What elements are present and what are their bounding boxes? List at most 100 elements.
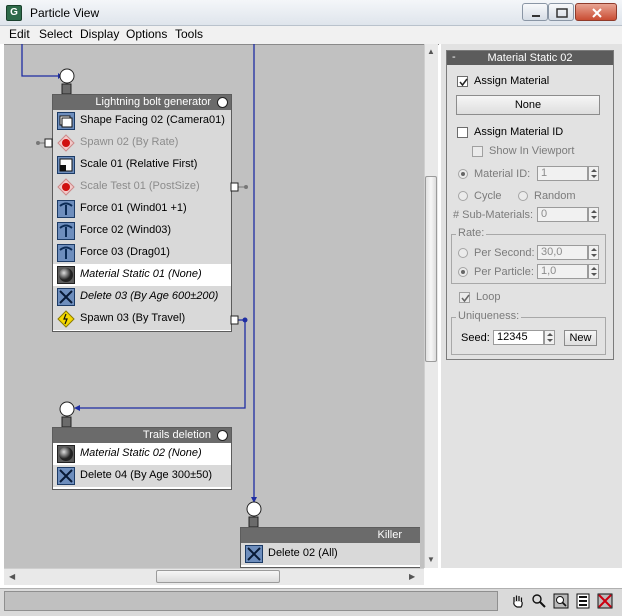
sub-materials-spinner[interactable] — [588, 207, 599, 222]
random-radio[interactable] — [518, 191, 528, 201]
operator-row[interactable]: Delete 04 (By Age 300±50) — [53, 465, 231, 487]
uniqueness-group-label: Uniqueness: — [456, 310, 522, 322]
spawn-icon[interactable] — [57, 310, 75, 328]
assign-material-id-label: Assign Material ID — [474, 126, 564, 138]
operator-row[interactable]: Material Static 02 (None) — [53, 443, 231, 465]
force-icon[interactable] — [57, 222, 75, 240]
zoom-extents-icon[interactable] — [575, 593, 591, 609]
menu-tools[interactable]: Tools — [175, 27, 203, 41]
event-trails-deletion[interactable]: Trails deletion Material Static 02 (None… — [52, 427, 232, 490]
window-title: Particle View — [30, 6, 100, 20]
operator-label: Force 03 (Drag01) — [80, 246, 170, 258]
cycle-radio[interactable] — [458, 191, 468, 201]
sub-materials-label: # Sub-Materials: — [453, 209, 534, 221]
material-button[interactable]: None — [456, 95, 600, 115]
close-icon — [592, 8, 602, 18]
operator-label: Material Static 01 (None) — [80, 268, 202, 280]
operator-row[interactable]: Shape Facing 02 (Camera01) — [53, 110, 231, 132]
material-id-field[interactable]: 1 — [537, 166, 588, 181]
force-icon[interactable] — [57, 200, 75, 218]
operator-label: Delete 02 (All) — [268, 547, 338, 559]
divider — [4, 44, 439, 45]
per-particle-label: Per Particle: — [474, 266, 534, 278]
menu-bar: Edit Select Display Options Tools — [0, 26, 622, 44]
delete-icon[interactable] — [245, 545, 263, 563]
operator-row[interactable]: Scale Test 01 (PostSize) — [53, 176, 231, 198]
per-second-label: Per Second: — [474, 247, 535, 259]
loop-label: Loop — [476, 291, 501, 303]
horizontal-scroll-thumb[interactable] — [156, 570, 280, 583]
maximize-icon — [556, 8, 568, 18]
zoom-region-icon[interactable] — [553, 593, 569, 609]
event-lightning-bolt-generator[interactable]: Lightning bolt generator Shape Facing 02… — [52, 94, 232, 332]
rate-group-label: Rate: — [456, 227, 487, 239]
minimize-button[interactable] — [522, 3, 548, 21]
event-title[interactable]: Lightning bolt generator — [53, 95, 231, 110]
scroll-left-icon[interactable]: ◀ — [9, 572, 15, 581]
event-killer[interactable]: Killer Delete 02 (All) — [240, 527, 420, 568]
per-second-field[interactable]: 30,0 — [537, 245, 588, 260]
show-in-viewport-checkbox[interactable] — [472, 146, 483, 157]
shape-facing-icon[interactable] — [57, 112, 75, 130]
assign-material-label: Assign Material — [474, 75, 550, 87]
scroll-down-icon[interactable]: ▼ — [427, 555, 435, 564]
no-zoom-icon[interactable] — [597, 593, 613, 609]
zoom-icon[interactable] — [531, 593, 547, 609]
scale-test-icon[interactable] — [57, 178, 75, 196]
per-second-radio[interactable] — [458, 248, 468, 258]
material-id-radio[interactable] — [458, 169, 468, 179]
operator-row[interactable]: Spawn 03 (By Travel) — [53, 308, 231, 330]
event-title[interactable]: Trails deletion — [53, 428, 231, 443]
menu-edit[interactable]: Edit — [9, 27, 30, 41]
material-id-spinner[interactable] — [588, 166, 599, 181]
rollout-title[interactable]: Material Static 02 — [447, 51, 613, 65]
delete-icon[interactable] — [57, 288, 75, 306]
lightbulb-icon[interactable] — [217, 97, 228, 108]
menu-select[interactable]: Select — [39, 27, 72, 41]
operator-row[interactable]: Force 02 (Wind03) — [53, 220, 231, 242]
operator-row[interactable]: Scale 01 (Relative First) — [53, 154, 231, 176]
lightbulb-icon[interactable] — [217, 430, 228, 441]
operator-label: Spawn 02 (By Rate) — [80, 136, 179, 148]
per-particle-radio[interactable] — [458, 267, 468, 277]
operator-row[interactable]: Delete 02 (All) — [241, 543, 420, 565]
operator-row[interactable]: Material Static 01 (None) — [53, 264, 231, 286]
per-particle-field[interactable]: 1,0 — [537, 264, 588, 279]
seed-field[interactable]: 12345 — [493, 330, 544, 345]
operator-label: Scale 01 (Relative First) — [80, 158, 198, 170]
scroll-right-icon[interactable]: ▶ — [409, 572, 415, 581]
menu-display[interactable]: Display — [80, 27, 119, 41]
assign-material-id-checkbox[interactable] — [457, 127, 468, 138]
assign-material-checkbox[interactable] — [457, 76, 468, 87]
per-particle-spinner[interactable] — [588, 264, 599, 279]
sub-materials-field[interactable]: 0 — [537, 207, 588, 222]
operator-label: Delete 04 (By Age 300±50) — [80, 469, 213, 481]
operator-label: Material Static 02 (None) — [80, 447, 202, 459]
scale-icon[interactable] — [57, 156, 75, 174]
operator-row[interactable]: Spawn 02 (By Rate) — [53, 132, 231, 154]
vertical-scroll-thumb[interactable] — [425, 176, 437, 362]
force-icon[interactable] — [57, 244, 75, 262]
loop-checkbox[interactable] — [459, 292, 470, 303]
scroll-up-icon[interactable]: ▲ — [427, 47, 435, 56]
per-second-spinner[interactable] — [588, 245, 599, 260]
minimize-icon — [532, 15, 540, 17]
seed-spinner[interactable] — [544, 330, 555, 345]
close-button[interactable] — [575, 3, 617, 21]
menu-options[interactable]: Options — [126, 27, 167, 41]
pan-hand-icon[interactable] — [510, 593, 526, 609]
app-icon: G — [6, 5, 22, 21]
show-in-viewport-label: Show In Viewport — [489, 145, 575, 157]
spawn-test-icon[interactable] — [57, 134, 75, 152]
operator-row[interactable]: Force 01 (Wind01 +1) — [53, 198, 231, 220]
operator-row[interactable]: Force 03 (Drag01) — [53, 242, 231, 264]
maximize-button[interactable] — [548, 3, 574, 21]
rollout-toggle[interactable]: - — [452, 51, 456, 63]
event-title[interactable]: Killer — [241, 528, 420, 543]
status-field — [4, 591, 498, 611]
material-static-icon[interactable] — [57, 445, 75, 463]
new-seed-button[interactable]: New — [564, 330, 597, 346]
material-static-icon[interactable] — [57, 266, 75, 284]
delete-icon[interactable] — [57, 467, 75, 485]
operator-row[interactable]: Delete 03 (By Age 600±200) — [53, 286, 231, 308]
